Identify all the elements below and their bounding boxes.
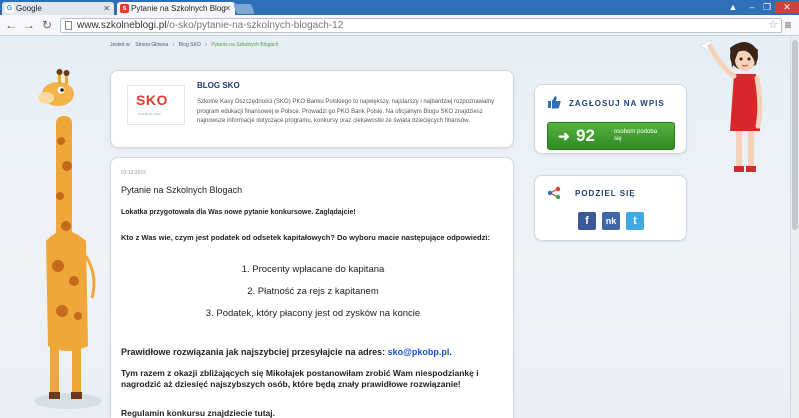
facebook-share-button[interactable]: f: [578, 212, 596, 230]
close-tab-icon[interactable]: ✕: [224, 2, 231, 15]
tab-google[interactable]: G Google ✕: [2, 2, 114, 15]
sko-logo[interactable]: SKO PKO Bank Polski: [127, 85, 185, 125]
vote-label: osobom podoba się: [614, 129, 658, 142]
logo-text: SKO: [136, 92, 168, 108]
vote-card: ZAGŁOSUJ NA WPIS ➜ 92 osobom podoba się: [534, 84, 687, 154]
breadcrumb-link-blog[interactable]: Blog SKO: [179, 42, 201, 48]
post-email-line: Prawidłowe rozwiązania jak najszybciej p…: [121, 347, 452, 357]
bookmark-star-icon[interactable]: ☆: [768, 19, 778, 32]
share-icon: [547, 186, 561, 200]
reload-button[interactable]: ↻: [40, 18, 54, 32]
browser-toolbar: ← → ↻ www.szkolneblogi.pl/o-sko/pytanie-…: [0, 15, 799, 36]
close-tab-icon[interactable]: ✕: [103, 2, 110, 15]
new-tab-button[interactable]: [233, 4, 255, 14]
answer-option-1: 1. Procenty wpłacane do kapitana: [241, 264, 385, 275]
breadcrumb-link-home[interactable]: Strona Główna: [135, 42, 168, 48]
vote-button[interactable]: ➜ 92 osobom podoba się: [547, 122, 675, 150]
post-card: 03.12.2015 Pytanie na Szkolnych Blogach …: [110, 157, 514, 418]
logo-subtext: PKO Bank Polski: [138, 112, 161, 116]
page-content: Jesteś w: Strona Główna › Blog SKO › Pyt…: [0, 36, 799, 418]
chrome-menu-icon[interactable]: ≡: [782, 18, 794, 32]
google-favicon-icon: G: [5, 4, 14, 13]
arrow-right-icon: ➜: [558, 128, 570, 144]
post-date: 03.12.2015: [121, 170, 147, 176]
email-end: .: [449, 347, 452, 357]
vote-count: 92: [576, 126, 595, 145]
breadcrumb-prefix: Jesteś w:: [110, 42, 131, 48]
sko-favicon-icon: s: [120, 4, 129, 13]
tab-pytanie[interactable]: s Pytanie na Szkolnych Blog ✕: [117, 2, 235, 15]
breadcrumb-separator: ›: [205, 42, 207, 48]
breadcrumb: Jesteś w: Strona Główna › Blog SKO › Pyt…: [110, 42, 281, 48]
share-title: PODZIEL SIĘ: [575, 189, 636, 198]
thumbs-up-icon: [548, 96, 561, 109]
forward-button[interactable]: →: [22, 18, 36, 32]
page-icon: [65, 21, 72, 30]
user-icon[interactable]: ▲: [724, 1, 742, 13]
rules-link[interactable]: Regulamin konkursu znajdziecie tutaj.: [121, 408, 275, 418]
answer-option-3: 3. Podatek, który płacony jest od zysków…: [205, 308, 421, 319]
post-intro: Lokatka przygotowała dla Was nowe pytani…: [121, 209, 356, 216]
close-window-button[interactable]: ✕: [775, 1, 799, 13]
email-text: Prawidłowe rozwiązania jak najszybciej p…: [121, 347, 388, 357]
tab-label: Google: [16, 4, 42, 13]
maximize-button[interactable]: ❐: [758, 1, 776, 13]
post-title: Pytanie na Szkolnych Blogach: [121, 185, 243, 195]
twitter-share-button[interactable]: t: [626, 212, 644, 230]
breadcrumb-current: Pytanie na Szkolnych Blogach: [211, 42, 279, 48]
scrollbar-thumb[interactable]: [792, 40, 798, 230]
tab-label: Pytanie na Szkolnych Blog: [131, 4, 226, 13]
giraffe-illustration: [34, 69, 102, 409]
girl-mascot-illustration: [700, 39, 763, 172]
email-link[interactable]: sko@pkobp.pl: [388, 347, 450, 357]
url-domain: www.szkolneblogi.pl: [77, 20, 167, 31]
post-promo: Tym razem z okazji zbliżających się Miko…: [121, 368, 479, 389]
nk-share-button[interactable]: nk: [602, 212, 620, 230]
answer-option-2: 2. Płatność za rejs z kapitanem: [247, 286, 379, 297]
back-button[interactable]: ←: [4, 18, 18, 32]
breadcrumb-separator: ›: [172, 42, 175, 48]
blog-info-card: SKO PKO Bank Polski BLOG SKO Szkolne Kas…: [110, 70, 514, 148]
address-bar[interactable]: www.szkolneblogi.pl/o-sko/pytanie-na-szk…: [60, 18, 782, 33]
blog-title: BLOG SKO: [197, 81, 240, 90]
vote-title: ZAGŁOSUJ NA WPIS: [569, 99, 665, 108]
url-text: www.szkolneblogi.pl/o-sko/pytanie-na-szk…: [77, 19, 343, 33]
share-card: PODZIEL SIĘ f nk t: [534, 175, 687, 241]
page-scrollbar[interactable]: [790, 36, 799, 418]
blog-description: Szkolne Kasy Oszczędności (SKO) PKO Bank…: [197, 99, 495, 124]
post-question: Kto z Was wie, czym jest podatek od odse…: [121, 233, 490, 242]
browser-tab-bar: G Google ✕ s Pytanie na Szkolnych Blog ✕…: [0, 0, 799, 15]
url-path: /o-sko/pytanie-na-szkolnych-blogach-12: [166, 20, 344, 31]
